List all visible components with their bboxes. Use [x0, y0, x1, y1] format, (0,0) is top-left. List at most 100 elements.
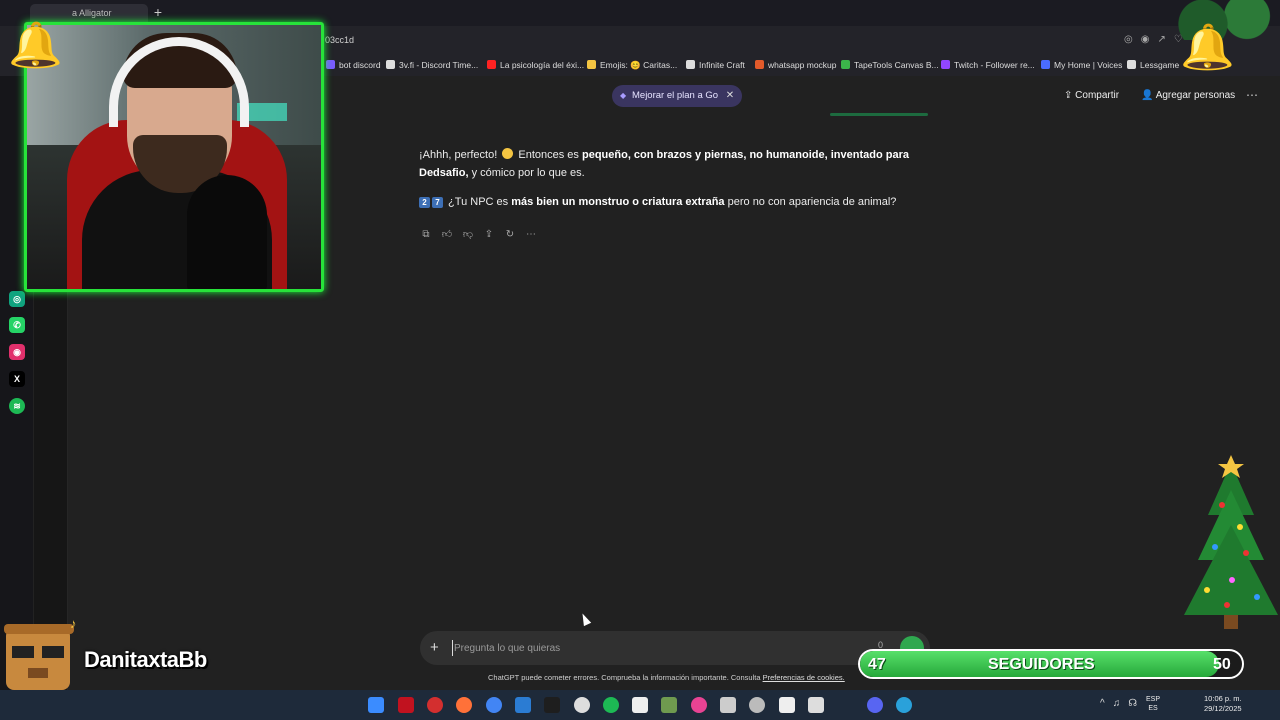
app-icon[interactable] [515, 697, 531, 713]
language-line: ESP [1146, 696, 1161, 703]
bookmark-label: Emojis: 😊 Caritas... [600, 60, 678, 70]
browser-tab[interactable]: a Alligator [30, 4, 148, 22]
bookmark-label: whatsapp mockup [768, 60, 837, 70]
add-people-label: Agregar personas [1155, 90, 1236, 101]
bookmark-item[interactable]: Infinite Craft [686, 60, 745, 70]
attach-plus-icon[interactable]: + [430, 639, 439, 656]
bookmark-item[interactable]: bot discord [326, 60, 381, 70]
microphone [187, 175, 267, 289]
christmas-bells-icon: 🔔 [1180, 23, 1235, 72]
new-tab-button[interactable]: + [150, 5, 166, 21]
bookmark-label: 3v.fi - Discord Time... [399, 60, 479, 70]
keycap-number-icon: 2 [419, 197, 430, 208]
bookmark-label: Twitch - Follower re... [954, 60, 1035, 70]
bookmark-item[interactable]: 3v.fi - Discord Time... [386, 60, 478, 70]
bookmark-item[interactable]: My Home | Voices [1041, 60, 1122, 70]
christmas-bells-icon: 🔔 [8, 21, 63, 70]
bookmark-icon [941, 60, 950, 69]
obs-icon[interactable] [574, 697, 590, 713]
app-icon[interactable] [808, 697, 824, 713]
message-text: ¿Tu NPC es [445, 196, 512, 208]
discord-icon[interactable] [867, 697, 883, 713]
thumbs-up-icon[interactable]: 👍︎ [440, 228, 454, 242]
streamer-name: DanitaxtaBb [84, 647, 207, 672]
disclaimer-text: ChatGPT puede cometer errores. Comprueba… [488, 673, 845, 682]
language-line: ES [1148, 705, 1158, 712]
follower-count: 47 [868, 656, 886, 673]
clock-time: 10:06 p. m. [1204, 694, 1242, 703]
firefox-icon[interactable] [456, 697, 472, 713]
upgrade-plan-button[interactable]: ◆ Mejorar el plan a Go ✕ [612, 85, 743, 107]
system-tray[interactable]: ^♫☊ [1100, 698, 1145, 709]
add-people-button[interactable]: 👤 Agregar personas [1141, 90, 1235, 101]
url-text[interactable]: 03cc1d [325, 35, 354, 45]
bookmark-item[interactable]: TapeTools Canvas B... [841, 60, 939, 70]
bookmark-label: La psicología del éxi... [500, 60, 585, 70]
christmas-tree-icon [1184, 455, 1278, 629]
share-icon: ⇪ [1064, 90, 1076, 101]
music-note-icon: ♪ [70, 616, 77, 631]
app-icon[interactable] [779, 697, 795, 713]
bookmark-icon [755, 60, 764, 69]
app-icon[interactable] [632, 697, 648, 713]
thumbs-down-icon[interactable]: 👎︎ [461, 228, 475, 242]
bookmark-icon [587, 60, 596, 69]
bookmark-icon [326, 60, 335, 69]
webcam-overlay [24, 22, 324, 292]
assistant-message-paragraph: ¡Ahhh, perfecto! Entonces es pequeño, co… [419, 146, 939, 182]
bookmark-item[interactable]: La psicología del éxi... [487, 60, 584, 70]
bookmark-item[interactable]: Lessgame [1127, 60, 1179, 70]
message-text: Entonces es [515, 149, 582, 161]
bookmark-item[interactable]: Twitch - Follower re... [941, 60, 1035, 70]
share-label: Compartir [1075, 90, 1120, 101]
bookmark-icon [686, 60, 695, 69]
message-text: y cómico por lo que es. [468, 167, 585, 179]
more-options-icon[interactable]: ⋯ [1246, 88, 1258, 102]
instagram-icon[interactable]: ◉ [9, 344, 25, 360]
bookmark-icon [487, 60, 496, 69]
regenerate-icon[interactable]: ↻ [503, 228, 517, 242]
chatgpt-icon[interactable]: ◎ [9, 291, 25, 307]
close-icon[interactable]: ✕ [726, 85, 734, 107]
app-icon[interactable] [544, 697, 560, 713]
share-button[interactable]: ⇪ Compartir [1064, 90, 1119, 101]
cookie-preferences-link[interactable]: Preferencias de cookies. [763, 673, 845, 682]
upgrade-label: Mejorar el plan a Go [632, 90, 719, 101]
disclaimer-body: ChatGPT puede cometer errores. Comprueba… [488, 673, 763, 682]
chrome-icon[interactable] [486, 697, 502, 713]
app-icon[interactable] [691, 697, 707, 713]
app-icon[interactable] [720, 697, 736, 713]
bookmark-label: bot discord [339, 60, 381, 70]
share-message-icon[interactable]: ⇪ [482, 228, 496, 242]
bookmark-label: Lessgame [1140, 60, 1180, 70]
spotify-icon[interactable] [603, 697, 619, 713]
message-text: pero no con apariencia de animal? [724, 196, 897, 208]
bookmark-item[interactable]: whatsapp mockup [755, 60, 837, 70]
smile-emoji-icon [502, 148, 514, 159]
bookmark-icon [386, 60, 395, 69]
app-icon[interactable] [749, 697, 765, 713]
clock[interactable]: 10:06 p. m. 29/12/2025 [1204, 694, 1242, 714]
app-icon[interactable] [661, 697, 677, 713]
whatsapp-icon[interactable]: ✆ [9, 317, 25, 333]
keycap-number-icon: 7 [432, 197, 443, 208]
x-icon[interactable]: X [9, 371, 25, 387]
bookmark-icon [1041, 60, 1050, 69]
bookmark-label: TapeTools Canvas B... [854, 60, 939, 70]
prompt-input[interactable] [452, 640, 832, 656]
spotify-icon[interactable]: ≋ [9, 398, 25, 414]
assistant-message-question: 27 ¿Tu NPC es más bien un monstruo o cri… [419, 195, 939, 209]
bookmark-item[interactable]: Emojis: 😊 Caritas... [587, 60, 677, 71]
scroll-indicator [830, 113, 928, 116]
language-indicator[interactable]: ESP ES [1146, 695, 1160, 713]
app-icon[interactable] [398, 697, 414, 713]
more-actions-icon[interactable]: ⋯ [524, 228, 538, 242]
windows-start-icon[interactable] [368, 697, 384, 713]
message-text: ¡Ahhh, perfecto! [419, 149, 501, 161]
telegram-icon[interactable] [896, 697, 912, 713]
copy-icon[interactable]: ⧉ [419, 228, 433, 242]
bookmark-label: Infinite Craft [699, 60, 745, 70]
diamond-icon: ◆ [620, 91, 627, 100]
opera-icon[interactable] [427, 697, 443, 713]
bookmark-icon [841, 60, 850, 69]
